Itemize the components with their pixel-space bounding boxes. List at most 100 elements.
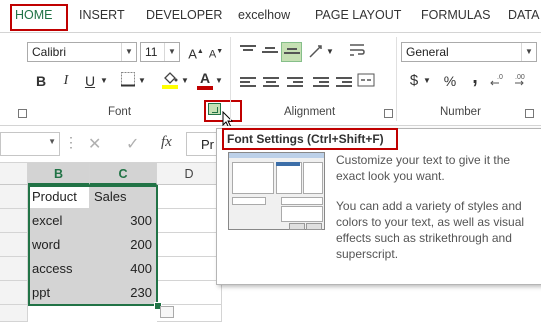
borders-icon <box>121 72 135 87</box>
italic-button[interactable]: I <box>56 71 76 91</box>
font-size-value: 11 <box>145 45 158 59</box>
enter-check-icon[interactable]: ✓ <box>126 134 139 154</box>
grow-font-button[interactable]: A▲ <box>186 42 206 62</box>
align-right-icon[interactable] <box>287 75 303 89</box>
clipboard-launcher-icon[interactable] <box>18 109 27 118</box>
name-box[interactable]: ▼ <box>0 132 60 156</box>
empty-cell[interactable] <box>157 185 222 209</box>
chevron-down-icon[interactable]: ▼ <box>48 137 56 146</box>
tab-data[interactable]: DATA <box>508 8 539 22</box>
align-left-icon[interactable] <box>240 75 256 89</box>
fill-color-button[interactable] <box>160 69 180 89</box>
number-launcher-icon[interactable] <box>525 109 534 118</box>
bold-button[interactable]: B <box>31 71 51 91</box>
column-header-c[interactable]: C <box>90 163 157 185</box>
number-group-label: Number <box>440 106 481 118</box>
font-group-label: Font <box>108 106 132 118</box>
font-name-combo[interactable]: Calibri ▼ <box>27 42 137 62</box>
insert-function-icon[interactable]: fx <box>161 134 172 151</box>
row-header[interactable] <box>0 185 28 209</box>
ribbon: Calibri ▼ 11 ▼ A▲ A▼ B I U ▼ ▼ ▼ A ▼ Fon… <box>0 33 541 128</box>
decrease-decimal-button[interactable]: .00 <box>512 71 532 91</box>
alignment-group-label: Alignment <box>284 106 336 118</box>
shrink-font-button[interactable]: A▼ <box>206 42 226 62</box>
empty-cell[interactable] <box>157 233 222 257</box>
chevron-down-icon[interactable]: ▼ <box>137 71 147 91</box>
group-separator <box>230 37 231 121</box>
alignment-launcher-icon[interactable] <box>384 109 393 118</box>
select-all-corner[interactable] <box>0 163 28 185</box>
chevron-down-icon[interactable]: ▼ <box>99 71 109 91</box>
percent-style-button[interactable]: % <box>440 71 460 91</box>
number-format-value: General <box>406 45 449 59</box>
tab-developer[interactable]: DEVELOPER <box>146 8 222 22</box>
increase-decimal-button[interactable]: .0 <box>488 71 508 91</box>
empty-cell[interactable] <box>157 209 222 233</box>
grow-font-icon: A <box>188 46 197 62</box>
svg-text:.0: .0 <box>497 74 503 81</box>
tooltip-paragraph-2: You can add a variety of styles and colo… <box>336 199 525 261</box>
decrease-indent-icon[interactable] <box>313 75 329 89</box>
selection-range-border <box>28 185 158 306</box>
chevron-down-icon[interactable]: ▼ <box>422 71 432 91</box>
middle-align-icon[interactable] <box>262 45 278 59</box>
chevron-down-icon[interactable]: ▼ <box>214 71 224 91</box>
last-row[interactable] <box>0 305 222 322</box>
font-color-bar <box>197 86 213 90</box>
svg-text:.00: .00 <box>515 74 525 81</box>
font-name-value: Calibri <box>32 45 67 59</box>
formula-content: Pr <box>201 137 214 152</box>
chevron-down-icon[interactable]: ▼ <box>164 43 179 61</box>
number-format-combo[interactable]: General ▼ <box>401 42 537 62</box>
wrap-text-button[interactable] <box>347 42 367 62</box>
ribbon-tab-bar: HOME INSERT DEVELOPER excelhow PAGE LAYO… <box>0 0 541 33</box>
tooltip-paragraph-1: Customize your text to give it the exact… <box>336 153 511 183</box>
home-tab-highlight-box <box>10 4 68 31</box>
font-dialog-launcher-button[interactable] <box>208 103 221 115</box>
bottom-align-button[interactable] <box>281 42 302 62</box>
bottom-align-icon <box>284 46 300 60</box>
tab-insert[interactable]: INSERT <box>79 8 125 22</box>
tab-page-layout[interactable]: PAGE LAYOUT <box>315 8 401 22</box>
cancel-icon[interactable]: ✕ <box>88 134 101 154</box>
font-size-combo[interactable]: 11 ▼ <box>140 42 180 62</box>
paint-bucket-icon <box>162 72 178 89</box>
resize-handle[interactable]: ⋮ <box>64 134 78 151</box>
row-header[interactable] <box>0 233 28 257</box>
group-separator <box>396 37 397 121</box>
launcher-arrow-icon <box>212 107 218 113</box>
chevron-down-icon[interactable]: ▼ <box>325 42 335 62</box>
font-color-button[interactable]: A <box>195 68 215 90</box>
chevron-down-icon[interactable]: ▼ <box>180 71 190 91</box>
orientation-icon-svg <box>309 45 322 58</box>
tab-formulas[interactable]: FORMULAS <box>421 8 490 22</box>
empty-cell[interactable] <box>157 281 222 305</box>
top-align-icon[interactable] <box>240 43 256 57</box>
merge-center-button[interactable] <box>356 72 376 92</box>
chevron-down-icon[interactable]: ▼ <box>521 43 536 61</box>
tab-excelhow[interactable]: excelhow <box>238 8 290 22</box>
row-header[interactable] <box>0 305 28 322</box>
borders-button[interactable] <box>118 71 138 91</box>
align-center-icon[interactable] <box>263 75 279 89</box>
font-color-icon: A <box>199 70 211 86</box>
merge-cells-icon <box>357 73 375 87</box>
tooltip-body: Customize your text to give it the exact… <box>336 152 536 276</box>
row-header[interactable] <box>0 257 28 281</box>
tooltip-title-highlight-box <box>222 128 398 150</box>
font-dialog-preview-image <box>228 152 325 230</box>
increase-indent-icon[interactable] <box>336 75 352 89</box>
font-settings-tooltip: Font Settings (Ctrl+Shift+F) Customize y… <box>216 128 541 285</box>
chevron-down-icon[interactable]: ▼ <box>121 43 136 61</box>
quick-analysis-icon[interactable] <box>160 306 174 318</box>
empty-cell[interactable] <box>157 257 222 281</box>
column-header-d[interactable]: D <box>157 163 222 185</box>
column-header-b[interactable]: B <box>28 163 90 185</box>
increase-decimal-icon: .0 <box>490 74 503 86</box>
comma-style-button[interactable]: , <box>465 67 485 87</box>
underline-button[interactable]: U <box>80 71 100 91</box>
orientation-icon[interactable] <box>308 43 324 58</box>
row-header[interactable] <box>0 209 28 233</box>
decrease-decimal-icon: .00 <box>515 74 525 86</box>
currency-format-button[interactable]: $ <box>404 71 424 91</box>
